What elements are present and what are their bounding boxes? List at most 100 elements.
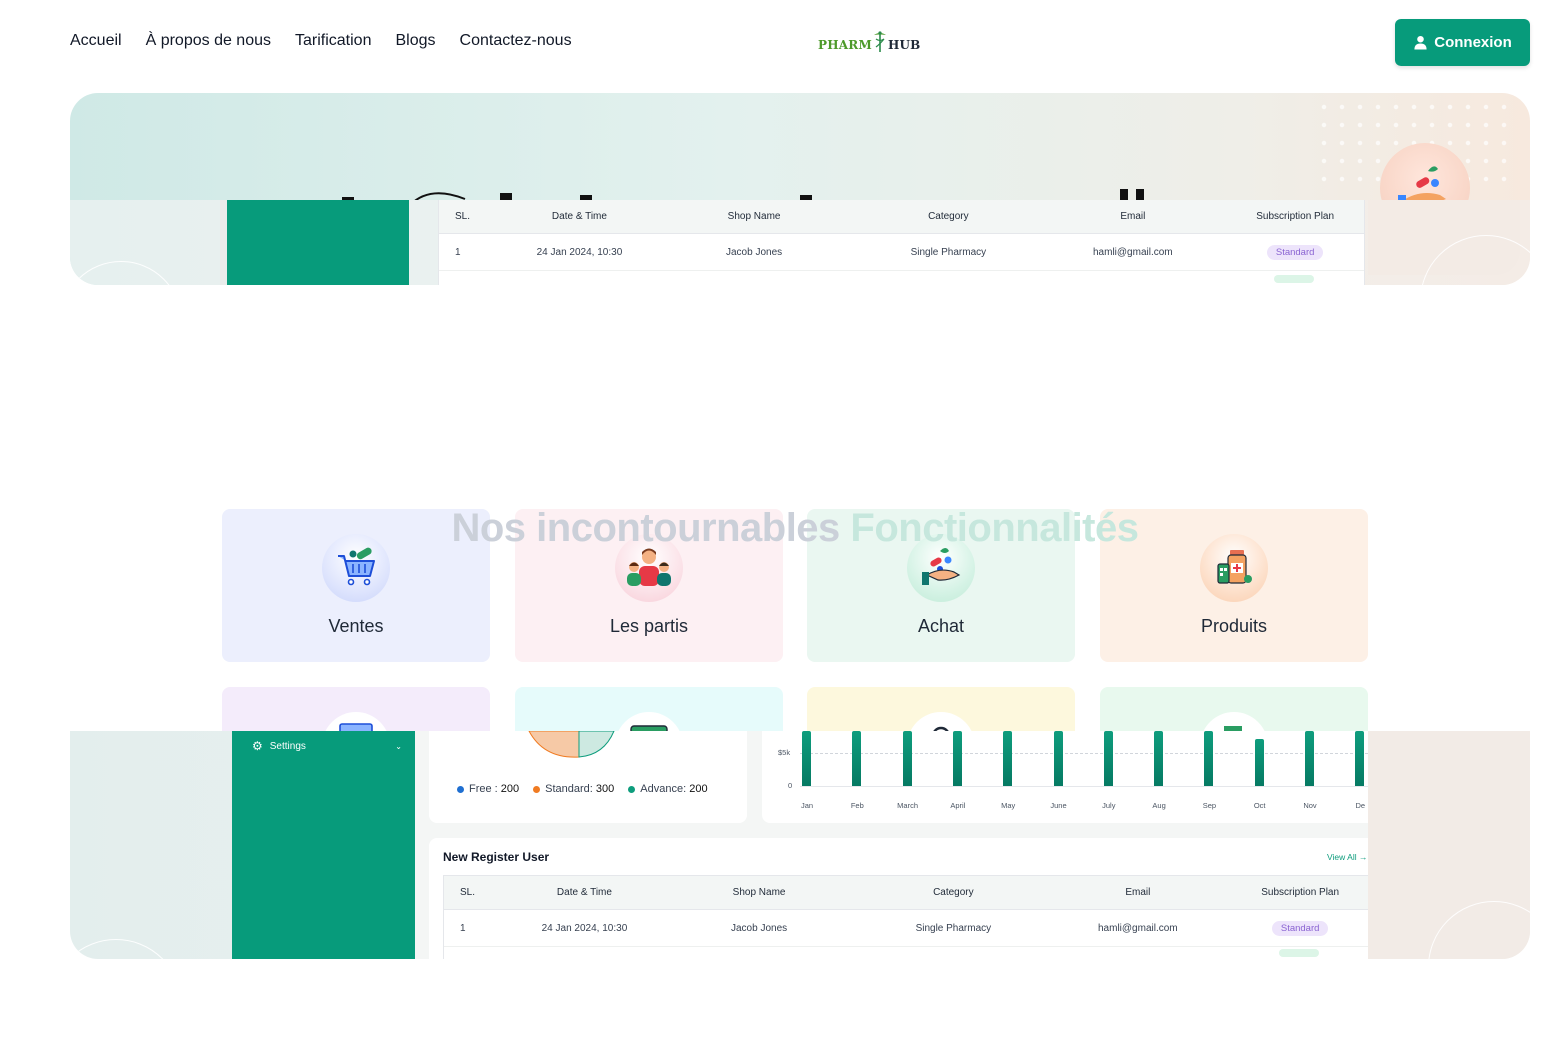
login-button[interactable]: Connexion — [1395, 19, 1530, 66]
dashboard-table: SL. Date & Time Shop Name Category Email… — [438, 200, 1365, 285]
cell-plan: Standard — [1231, 920, 1368, 936]
bar-may[interactable] — [1003, 731, 1013, 786]
feature-card-row2-1[interactable] — [222, 687, 490, 731]
cell-email: hamli@gmail.com — [1098, 922, 1178, 934]
cell-date: 24 Jan 2024, 10:30 — [536, 246, 623, 258]
cell-sl: 1 — [460, 922, 466, 934]
col-sl: SL. — [460, 887, 476, 898]
sidebar-item-label: Settings — [269, 740, 306, 752]
title-part2: Fonctionnalités — [850, 506, 1139, 550]
col-shop: Shop Name — [727, 211, 781, 222]
gridline-0 — [800, 786, 1368, 787]
feature-icon-wrap — [1200, 712, 1268, 731]
dashboard-sidebar — [227, 200, 409, 285]
pie-chart — [528, 731, 615, 758]
feature-label: Achat — [917, 616, 965, 636]
dashboard-main: Free : 200 Standard: 300 Advance: 200 $5… — [415, 731, 1368, 959]
x-tick-label: July — [1102, 801, 1116, 810]
bar-sep[interactable] — [1204, 731, 1214, 786]
cell-category: Single Pharmacy — [915, 922, 992, 934]
logo-text-pharm: PHARM — [818, 38, 872, 52]
login-label: Connexion — [1434, 34, 1512, 51]
y-tick-5k: $5k — [778, 748, 791, 757]
top-navbar: Accueil À propos de nous Tarification Bl… — [0, 0, 1557, 86]
legend-item-standard: Standard: 300 — [533, 783, 614, 795]
x-tick-label: Jan — [800, 801, 814, 810]
nav-link-pricing[interactable]: Tarification — [295, 32, 371, 50]
cell-plan-partial — [1224, 268, 1364, 285]
cell-shop: Jacob Jones — [725, 246, 783, 258]
hand-pills-icon — [922, 548, 961, 585]
feature-card-row2-3[interactable] — [807, 687, 1075, 731]
bar-aug[interactable] — [1154, 731, 1164, 786]
subscription-pie-card: Free : 200 Standard: 300 Advance: 200 — [429, 731, 747, 823]
calendar-icon — [339, 723, 373, 731]
feature-card-row2-4[interactable] — [1100, 687, 1368, 731]
register-table: SL. Date & Time Shop Name Category Email… — [443, 875, 1368, 959]
plan-badge: Standard — [1266, 244, 1324, 260]
sidebar-item-settings[interactable]: ⚙ Settings ⌄ — [252, 739, 402, 753]
bar-march[interactable] — [902, 731, 912, 786]
view-all-link[interactable]: View All → — [1327, 852, 1367, 862]
decorative-arc-bottom-right — [1428, 901, 1530, 959]
x-tick-label: March — [897, 801, 919, 810]
bar-nov[interactable] — [1305, 731, 1314, 786]
features-section-title: Nos incontournables Fonctionnalités — [0, 506, 1557, 551]
feature-icon-wrap — [907, 712, 975, 731]
x-tick-label: Aug — [1152, 801, 1166, 810]
nav-link-accueil[interactable]: Accueil — [70, 32, 122, 50]
plan-badge-free — [1274, 275, 1314, 283]
dashboard-preview-bottom: ⚙ Settings ⌄ Free : 200 Standard: 300 Ad… — [70, 731, 1530, 959]
x-tick-label: Oct — [1253, 801, 1266, 810]
revenue-bar-chart-card: $5k 0 Jan Feb March April May June July Aug Sep O… — [762, 731, 1368, 823]
col-email: Email — [1125, 887, 1151, 898]
plan-badge: Standard — [1271, 920, 1329, 936]
logo-text-hub: HUB — [887, 38, 921, 52]
cell-plan: Standard — [1226, 244, 1364, 260]
feature-label: Ventes — [328, 616, 384, 636]
title-part1: Nos incontournables — [451, 506, 840, 550]
bar-june[interactable] — [1053, 731, 1063, 786]
dashboard-sidebar: ⚙ Settings ⌄ — [232, 731, 415, 959]
col-email: Email — [1120, 211, 1146, 222]
col-plan: Subscription Plan — [1261, 887, 1340, 898]
brand-logo[interactable]: PHARM HUB — [818, 30, 920, 52]
col-category: Category — [933, 887, 974, 898]
nav-link-contact[interactable]: Contactez-nous — [460, 32, 572, 50]
bar-jan[interactable] — [802, 731, 811, 786]
dashboard-right-panel — [1368, 731, 1530, 959]
bar-april[interactable] — [952, 731, 962, 786]
decorative-arc-bottom-left — [70, 939, 182, 959]
chevron-down-icon: ⌄ — [395, 741, 402, 751]
x-tick-label: Sep — [1202, 801, 1217, 810]
plan-badge-free — [1279, 949, 1319, 957]
cart-pills-icon — [338, 547, 375, 586]
bar-oct[interactable] — [1254, 739, 1264, 786]
nav-links: Accueil À propos de nous Tarification Bl… — [70, 32, 572, 50]
user-icon — [1414, 35, 1427, 50]
x-tick-label: May — [1001, 801, 1016, 810]
nav-link-blogs[interactable]: Blogs — [395, 32, 435, 50]
dashboard-sidebar-edge — [220, 200, 227, 285]
bar-july[interactable] — [1103, 731, 1113, 786]
document-icon — [1224, 726, 1242, 731]
table-row[interactable]: 1 24 Jan 2024, 10:30 Jacob Jones Single … — [439, 234, 1364, 271]
cell-category: Single Pharmacy — [910, 246, 987, 258]
hero-banner: SL. Date & Time Shop Name Category Email… — [70, 93, 1530, 285]
x-tick-label: June — [1050, 801, 1067, 810]
table-header: SL. Date & Time Shop Name Category Email… — [439, 200, 1364, 234]
nav-link-about[interactable]: À propos de nous — [146, 32, 271, 50]
cell-shop: Jacob Jones — [730, 922, 788, 934]
cell-email: hamli@gmail.com — [1093, 246, 1173, 258]
legend-item-advance: Advance: 200 — [628, 783, 708, 795]
feature-label: Produits — [1200, 616, 1268, 636]
x-tick-label: De — [1355, 801, 1366, 810]
people-group-icon — [627, 548, 671, 586]
feature-card-row2-2[interactable] — [515, 687, 783, 731]
col-sl: SL. — [455, 211, 471, 222]
search-report-icon — [933, 726, 949, 731]
cell-sl: 1 — [455, 246, 461, 258]
bar-feb[interactable] — [852, 731, 862, 786]
bar-de[interactable] — [1355, 731, 1365, 786]
col-date: Date & Time — [556, 887, 612, 898]
